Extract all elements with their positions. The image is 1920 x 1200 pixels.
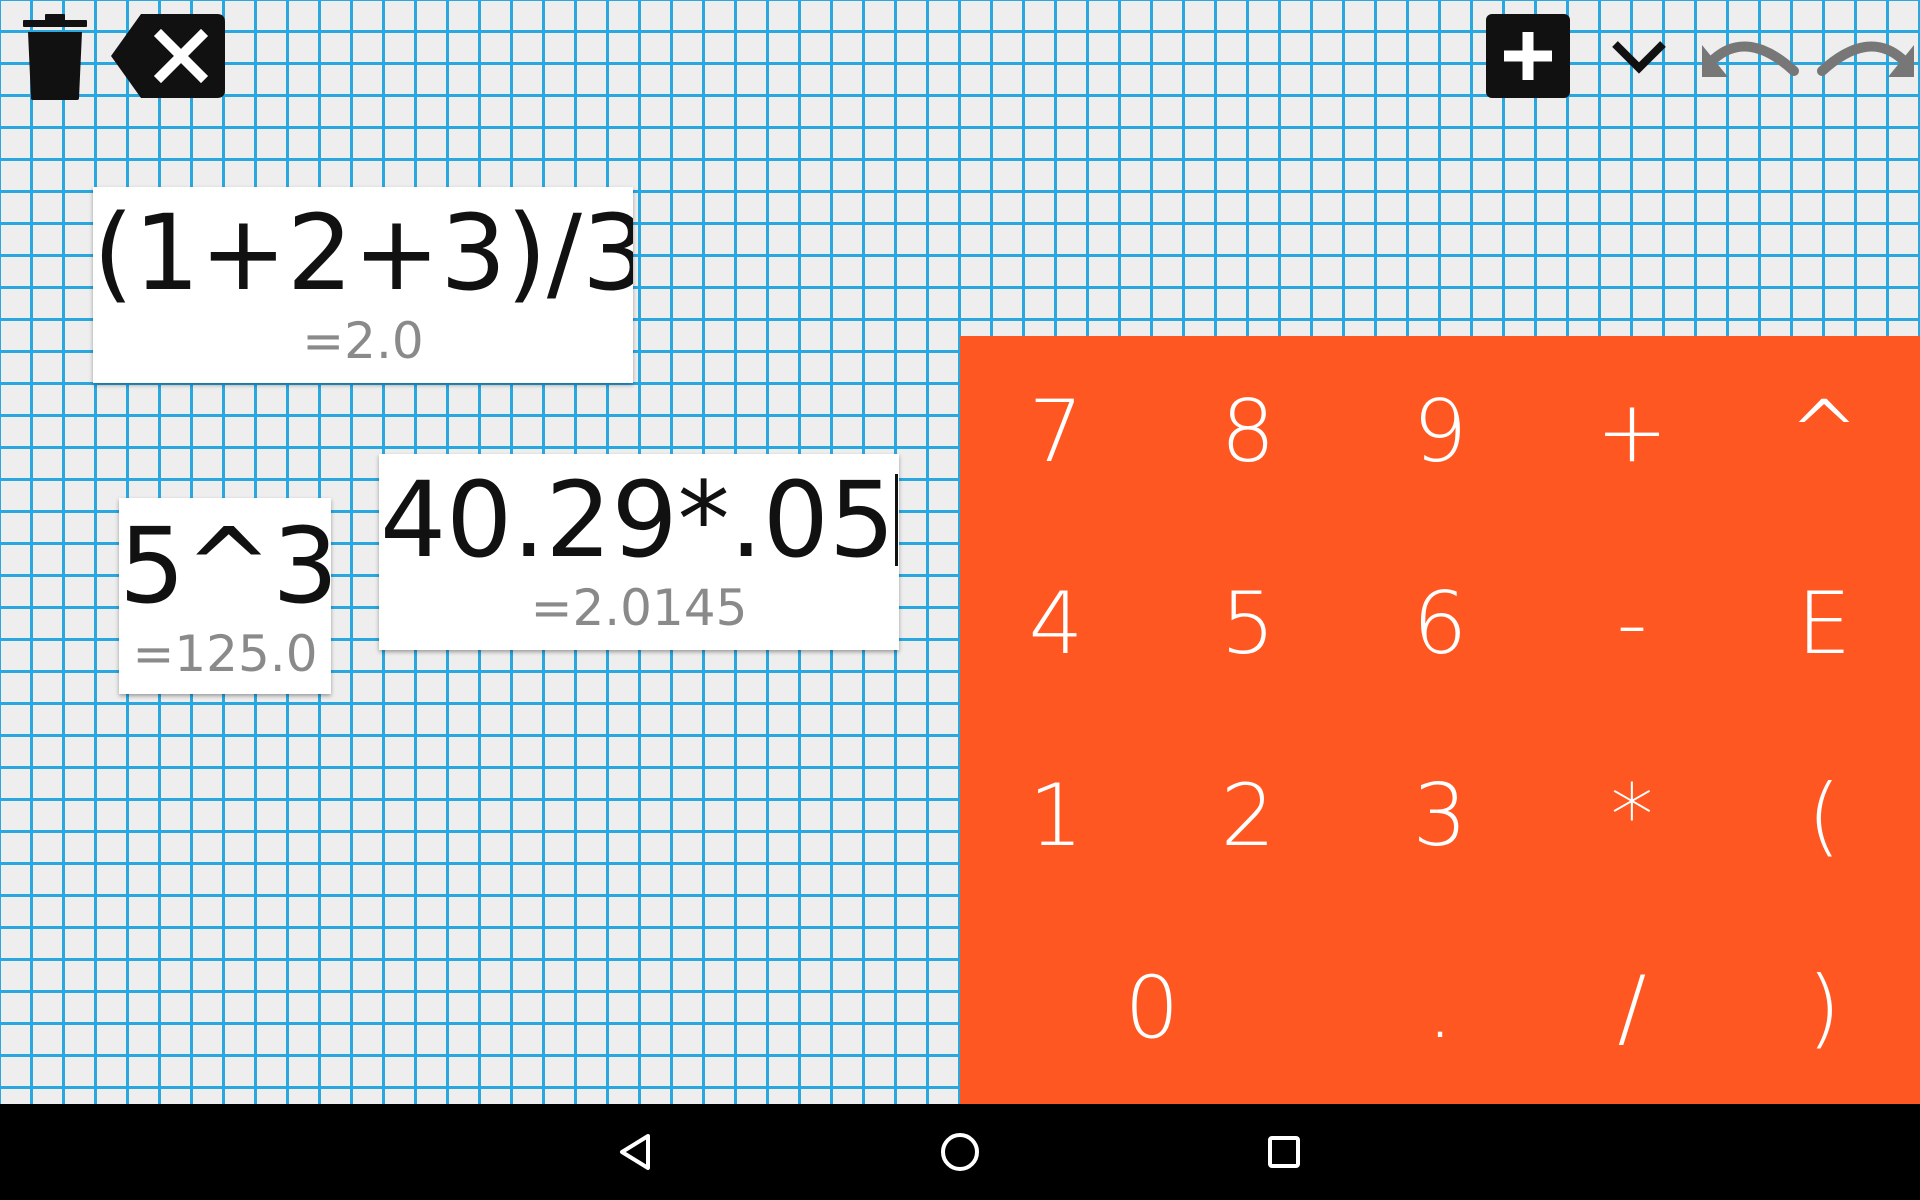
key-exponent[interactable]: E	[1728, 528, 1920, 720]
key-divide[interactable]: /	[1536, 912, 1728, 1104]
clear-all-button[interactable]	[18, 12, 92, 102]
text-cursor	[895, 474, 899, 566]
recents-button[interactable]	[1224, 1104, 1344, 1200]
expression-text[interactable]: (1+2+3)/3	[93, 193, 633, 313]
home-icon	[941, 1133, 979, 1171]
recents-icon	[1268, 1136, 1300, 1168]
key-1[interactable]: 1	[960, 720, 1152, 912]
hide-keypad-button[interactable]	[1598, 24, 1680, 88]
key-6[interactable]: 6	[1344, 528, 1536, 720]
result-text: =2.0	[302, 312, 424, 370]
backspace-button[interactable]	[110, 12, 226, 100]
key-minus[interactable]: -	[1536, 528, 1728, 720]
keypad: 7 8 9 + ^ 4 5 6 - E 1 2 3 * ( 0 . / )	[960, 336, 1920, 1104]
key-9[interactable]: 9	[1344, 336, 1536, 528]
key-5[interactable]: 5	[1152, 528, 1344, 720]
expression-text: 40.29*.05	[379, 459, 896, 581]
key-open-paren[interactable]: (	[1728, 720, 1920, 912]
expression-card-active[interactable]: 40.29*.05 =2.0145	[379, 454, 899, 650]
result-text: =125.0	[132, 625, 318, 683]
key-3[interactable]: 3	[1344, 720, 1536, 912]
chevron-down-icon	[1612, 41, 1666, 74]
key-multiply[interactable]: *	[1536, 720, 1728, 912]
key-close-paren[interactable]: )	[1728, 912, 1920, 1104]
key-8[interactable]: 8	[1152, 336, 1344, 528]
add-icon	[1486, 14, 1570, 98]
key-4[interactable]: 4	[960, 528, 1152, 720]
trash-icon	[23, 14, 87, 100]
home-button[interactable]	[900, 1104, 1020, 1200]
expression-card[interactable]: 5^3 =125.0	[119, 498, 331, 694]
expression-input[interactable]: 40.29*.05	[379, 460, 899, 580]
back-button[interactable]	[576, 1104, 696, 1200]
key-7[interactable]: 7	[960, 336, 1152, 528]
redo-button[interactable]	[1812, 20, 1916, 90]
backspace-icon	[111, 14, 225, 98]
key-0[interactable]: 0	[960, 912, 1344, 1104]
redo-icon	[1817, 41, 1914, 77]
result-text: =2.0145	[530, 579, 748, 637]
undo-icon	[1702, 41, 1799, 77]
undo-button[interactable]	[1700, 20, 1804, 90]
expression-text[interactable]: 5^3	[119, 506, 331, 626]
key-plus[interactable]: +	[1536, 336, 1728, 528]
add-card-button[interactable]	[1484, 12, 1572, 100]
key-decimal[interactable]: .	[1344, 912, 1536, 1104]
key-2[interactable]: 2	[1152, 720, 1344, 912]
back-icon	[620, 1134, 650, 1170]
key-caret[interactable]: ^	[1728, 336, 1920, 528]
expression-card[interactable]: (1+2+3)/3 =2.0	[93, 187, 633, 383]
navigation-bar	[0, 1104, 1920, 1200]
